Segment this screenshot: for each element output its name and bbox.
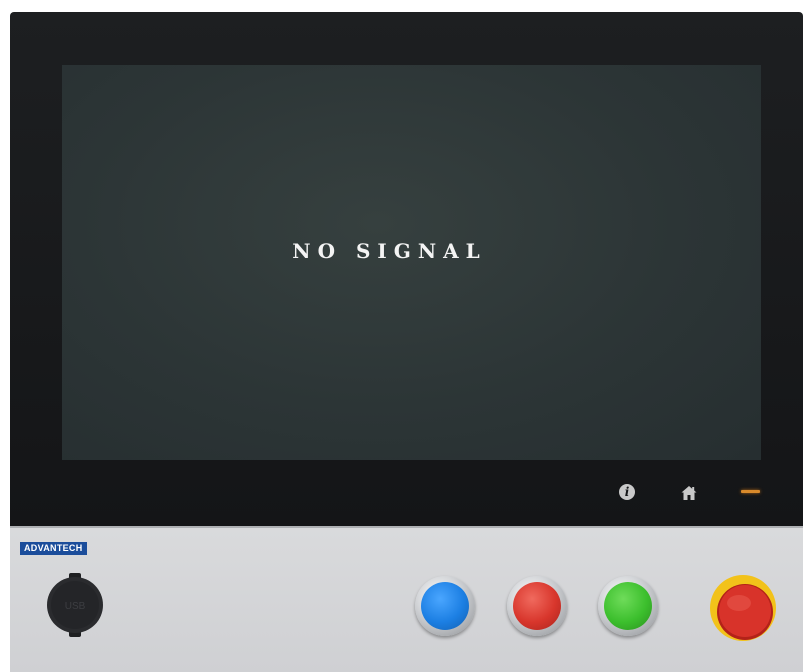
info-icon[interactable]: i — [619, 484, 635, 500]
display-bezel: NO SIGNAL i — [10, 12, 803, 526]
power-led-indicator — [741, 490, 760, 493]
green-pushbutton[interactable] — [598, 576, 658, 636]
blue-button-cap — [421, 582, 469, 630]
green-button-cap — [604, 582, 652, 630]
red-button-cap — [513, 582, 561, 630]
display-screen: NO SIGNAL — [62, 65, 761, 460]
home-icon[interactable] — [680, 484, 698, 502]
hmi-panel-device: NO SIGNAL i ADVANTECH USB — [10, 12, 803, 672]
usb-label: USB — [65, 601, 86, 612]
blue-pushbutton[interactable] — [415, 576, 475, 636]
control-panel: ADVANTECH USB — [10, 526, 803, 672]
touch-key-bar: i — [10, 484, 803, 504]
usb-port-cover[interactable]: USB — [43, 573, 107, 637]
no-signal-message: NO SIGNAL — [292, 239, 487, 263]
red-pushbutton[interactable] — [507, 576, 567, 636]
brand-logo: ADVANTECH — [20, 542, 87, 555]
screen-message-wrap: NO SIGNAL — [62, 239, 761, 263]
emergency-stop-button[interactable] — [709, 572, 777, 642]
